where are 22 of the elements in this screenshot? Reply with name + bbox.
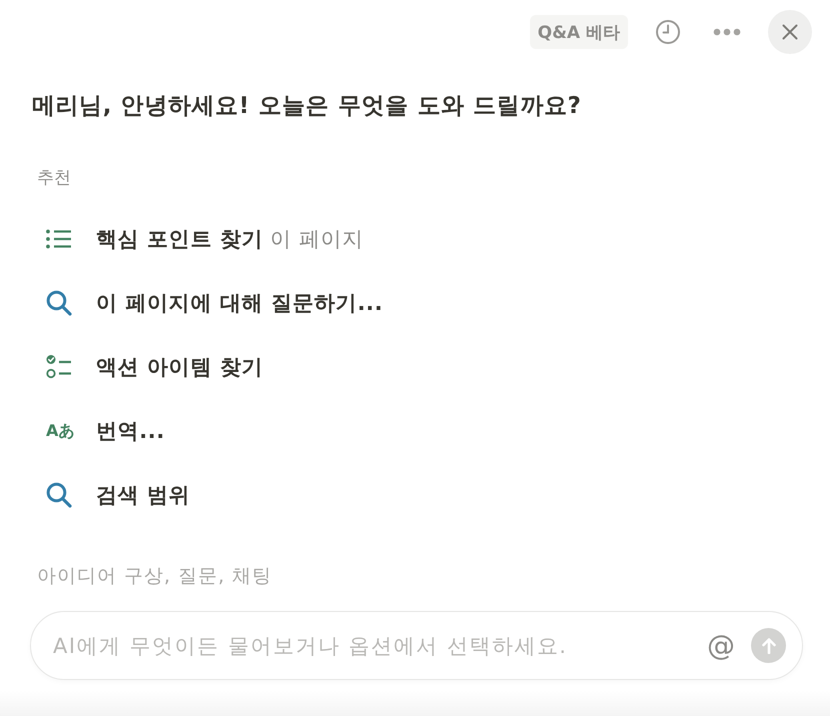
close-button[interactable] <box>768 10 812 54</box>
greeting-text: 메리님, 안녕하세요! 오늘은 무엇을 도와 드릴까요? <box>31 92 582 121</box>
suggestion-label: 액션 아이템 찾기 <box>96 354 264 381</box>
suggestion-item[interactable]: Aあ 번역... <box>30 399 812 463</box>
suggestion-item[interactable]: 액션 아이템 찾기 <box>30 335 812 399</box>
suggestion-label: 핵심 포인트 찾기 <box>96 226 264 253</box>
suggestion-item[interactable]: 핵심 포인트 찾기 이 페이지 <box>30 207 812 271</box>
section-heading: 추천 <box>36 167 72 189</box>
search-icon <box>46 290 72 316</box>
suggestion-label: 검색 범위 <box>96 482 190 509</box>
translate-icon: Aあ <box>46 421 74 441</box>
up-arrow-icon <box>762 638 776 654</box>
checklist-icon <box>46 354 72 380</box>
close-icon <box>782 24 798 40</box>
suggestion-item[interactable]: 이 페이지에 대해 질문하기... <box>30 271 812 335</box>
hint-text: 아이디어 구상, 질문, 채팅 <box>36 564 274 588</box>
suggestion-label: 이 페이지에 대해 질문하기... <box>96 290 384 317</box>
context-label: 이 페이지 <box>270 226 364 253</box>
bullet-list-icon <box>46 229 72 249</box>
suggestion-item[interactable]: 검색 범위 <box>30 463 812 527</box>
search-icon <box>46 482 72 508</box>
suggestion-label: 번역... <box>96 418 165 445</box>
